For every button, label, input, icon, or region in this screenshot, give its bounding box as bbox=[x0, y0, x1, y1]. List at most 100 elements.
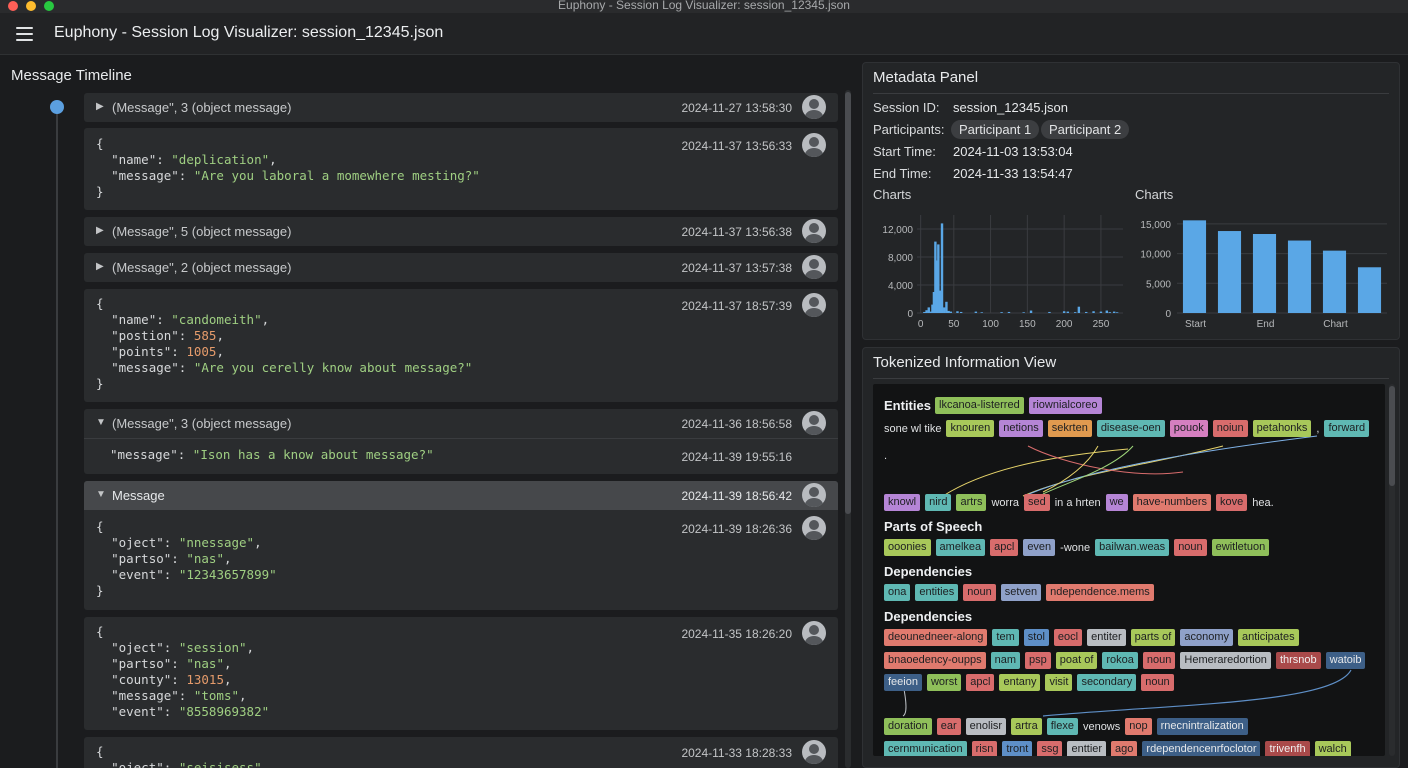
token[interactable]: ssg bbox=[1037, 741, 1063, 756]
chevron-right-icon[interactable]: ▶ bbox=[96, 225, 106, 237]
token[interactable]: sed bbox=[1023, 494, 1050, 511]
token[interactable]: pouok bbox=[1169, 420, 1208, 437]
token[interactable]: knouren bbox=[946, 420, 995, 437]
tokenized-view-panel: Tokenized Information View Entities lkca… bbox=[862, 347, 1400, 768]
token[interactable]: netions bbox=[999, 420, 1043, 437]
token[interactable]: have-numbers bbox=[1132, 494, 1211, 511]
token[interactable]: ewitletuon bbox=[1211, 539, 1270, 556]
token[interactable]: rnecnintralization bbox=[1156, 718, 1248, 735]
token[interactable]: stol bbox=[1023, 629, 1049, 646]
token[interactable]: rokoa bbox=[1102, 652, 1138, 669]
token[interactable]: artra bbox=[1011, 718, 1042, 735]
token[interactable]: doration bbox=[884, 718, 932, 735]
token[interactable]: aconomy bbox=[1180, 629, 1233, 646]
timeline-dot[interactable] bbox=[50, 100, 64, 114]
token[interactable]: nop bbox=[1125, 718, 1152, 735]
token[interactable]: forward bbox=[1324, 420, 1370, 437]
user-avatar bbox=[802, 411, 826, 435]
token[interactable]: entities bbox=[915, 584, 959, 601]
token[interactable]: rdependencenrfoclotor bbox=[1142, 741, 1261, 756]
chevron-down-icon[interactable]: ▼ bbox=[96, 489, 106, 501]
token[interactable]: worst bbox=[926, 674, 962, 691]
metadata-panel-title: Metadata Panel bbox=[873, 69, 979, 86]
message-body-card: { "name": "deplication", "message": "Are… bbox=[84, 128, 838, 210]
message-row-expanded[interactable]: ▼ (Message", 3 (object message) 2024-11-… bbox=[84, 409, 838, 474]
user-avatar bbox=[802, 740, 826, 764]
chevron-right-icon[interactable]: ▶ bbox=[96, 101, 106, 113]
histogram-bar bbox=[1062, 311, 1066, 313]
token[interactable]: bnaoedency-oupps bbox=[884, 652, 986, 669]
token[interactable]: amelkea bbox=[935, 539, 986, 556]
token[interactable]: poat of bbox=[1055, 652, 1098, 669]
token[interactable]: ndependence.mems bbox=[1046, 584, 1154, 601]
token[interactable]: deounedneer-along bbox=[884, 629, 988, 646]
token[interactable]: disease-oen bbox=[1096, 420, 1165, 437]
token[interactable]: thrsnob bbox=[1275, 652, 1321, 669]
entity-token[interactable]: riownialcoreo bbox=[1028, 397, 1102, 414]
token[interactable]: tront bbox=[1002, 741, 1033, 756]
token[interactable]: noiun bbox=[1212, 420, 1248, 437]
histogram-bar bbox=[980, 312, 983, 313]
token[interactable]: bailwan.weas bbox=[1095, 539, 1170, 556]
token[interactable]: noun bbox=[1141, 674, 1174, 691]
token[interactable]: even bbox=[1023, 539, 1056, 556]
token[interactable]: psp bbox=[1024, 652, 1051, 669]
token[interactable]: watoib bbox=[1325, 652, 1366, 669]
token[interactable]: knowl bbox=[884, 494, 921, 511]
token[interactable]: flexe bbox=[1046, 718, 1078, 735]
token[interactable]: feeion bbox=[884, 674, 922, 691]
token[interactable]: risn bbox=[971, 741, 998, 756]
token[interactable]: visit bbox=[1045, 674, 1073, 691]
token[interactable]: anticipates bbox=[1237, 629, 1299, 646]
message-row[interactable]: ▶ (Message", 3 (object message) 2024-11-… bbox=[84, 93, 838, 122]
token[interactable]: ooonies bbox=[884, 539, 931, 556]
message-row[interactable]: ▶ (Message", 2 (object message) 2024-11-… bbox=[84, 253, 838, 282]
token[interactable]: nam bbox=[990, 652, 1020, 669]
bar bbox=[1217, 231, 1242, 313]
token[interactable]: parts of bbox=[1130, 629, 1176, 646]
token[interactable]: apcl bbox=[966, 674, 995, 691]
message-row[interactable]: ▶ (Message", 5 (object message) 2024-11-… bbox=[84, 217, 838, 246]
token[interactable]: eocl bbox=[1053, 629, 1083, 646]
token[interactable]: Hemeraredortion bbox=[1180, 652, 1271, 669]
token[interactable]: apcl bbox=[990, 539, 1019, 556]
user-avatar bbox=[802, 621, 826, 645]
token[interactable]: enttier bbox=[1067, 741, 1107, 756]
chevron-right-icon[interactable]: ▶ bbox=[96, 261, 106, 273]
token[interactable]: we bbox=[1105, 494, 1128, 511]
token[interactable]: enolisr bbox=[965, 718, 1007, 735]
participant-chip[interactable]: Participant 2 bbox=[1041, 120, 1130, 139]
token[interactable]: cernmunication bbox=[884, 741, 967, 756]
token[interactable]: petahonks bbox=[1252, 420, 1312, 437]
token[interactable]: entany bbox=[999, 674, 1041, 691]
participant-chip[interactable]: Participant 1 bbox=[951, 120, 1040, 139]
timeline-scrollbar-thumb[interactable] bbox=[845, 92, 851, 514]
token[interactable]: noun bbox=[1174, 539, 1207, 556]
token[interactable]: trivenfh bbox=[1265, 741, 1310, 756]
token[interactable]: secondary bbox=[1077, 674, 1137, 691]
selected-row-header[interactable]: ▼ Message 2024-11-39 18:56:42 bbox=[84, 481, 838, 510]
token[interactable]: nird bbox=[925, 494, 952, 511]
entity-token[interactable]: lkcanoa-listerred bbox=[935, 397, 1024, 414]
token[interactable]: ear bbox=[936, 718, 961, 735]
chevron-down-icon[interactable]: ▼ bbox=[96, 417, 106, 429]
token[interactable]: walch bbox=[1314, 741, 1351, 756]
token[interactable]: ago bbox=[1111, 741, 1138, 756]
message-json: "message": "Ison has a know about messag… bbox=[110, 447, 434, 462]
token[interactable]: tem bbox=[992, 629, 1019, 646]
histogram-bar bbox=[1066, 311, 1070, 313]
message-row-selected[interactable]: ▼ Message 2024-11-39 18:56:42 { "oject":… bbox=[84, 481, 838, 610]
hamburger-menu-icon[interactable] bbox=[16, 27, 33, 41]
token[interactable]: entiter bbox=[1087, 629, 1126, 646]
token[interactable]: ona bbox=[884, 584, 911, 601]
tokens-scrollbar-thumb[interactable] bbox=[1389, 386, 1395, 486]
histogram-bar bbox=[1073, 312, 1077, 313]
token[interactable]: noun bbox=[1142, 652, 1176, 669]
token[interactable]: sekrten bbox=[1047, 420, 1092, 437]
token[interactable]: setven bbox=[1000, 584, 1042, 601]
token[interactable]: artrs bbox=[956, 494, 987, 511]
histogram-bar bbox=[959, 311, 963, 313]
token[interactable]: noun bbox=[963, 584, 996, 601]
token[interactable]: kove bbox=[1216, 494, 1248, 511]
histogram-bar bbox=[949, 311, 953, 313]
